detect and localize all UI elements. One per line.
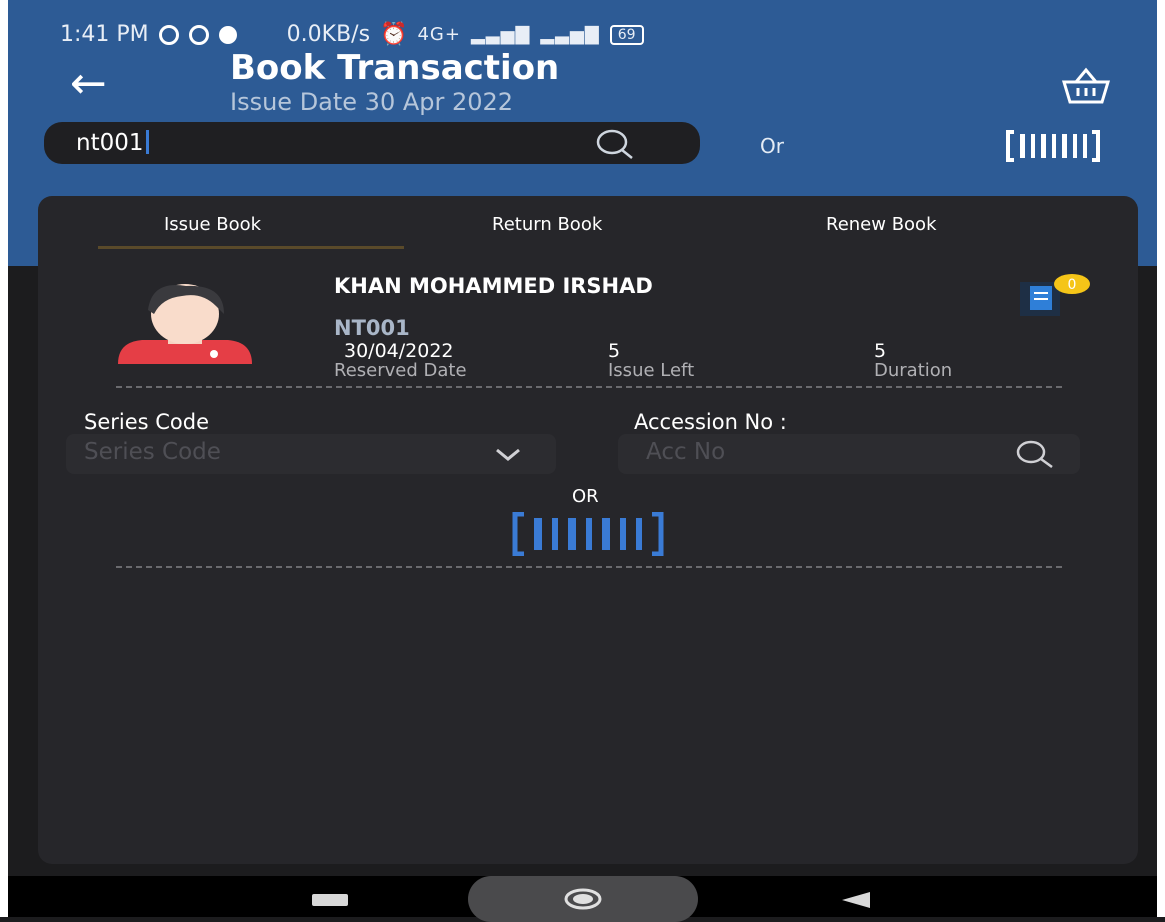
duration-label: Duration [874,360,953,381]
issue-date: Issue Date 30 Apr 2022 [230,88,514,116]
search-value: nt001 [76,130,149,156]
reserved-date-value: 30/04/2022 [344,340,454,362]
divider [116,386,1062,388]
barcode-scan-icon[interactable] [1006,130,1100,162]
page-title: Book Transaction [230,48,560,88]
status-bar: 1:41 PM 0.0KB/s ⏰ 4G+ ▂▃▅▇ ▂▃▅▇ 69 [60,22,644,47]
issue-left-label: Issue Left [608,360,695,381]
tab-issue-book[interactable]: Issue Book [164,214,261,235]
transaction-card: Issue Book Return Book Renew Book KHAN M… [38,196,1138,864]
search-icon[interactable] [594,127,634,161]
reserved-date-label: Reserved Date [334,360,467,381]
divider [116,566,1062,568]
signal-icon: ▂▃▅▇ [470,24,531,45]
back-arrow-icon[interactable]: ← [70,58,107,109]
status-time: 1:41 PM [60,22,149,47]
search-icon[interactable] [1014,438,1054,470]
series-code-label: Series Code [84,410,210,434]
accession-no-input[interactable]: Acc No [618,434,1080,474]
alarm-icon: ⏰ [380,22,408,47]
member-search-input[interactable]: nt001 [44,122,700,164]
screen-frame-right [1157,0,1165,917]
issue-left-value: 5 [608,340,621,362]
series-code-placeholder: Series Code [84,439,221,465]
network-speed: 0.0KB/s [286,22,371,47]
member-id: NT001 [334,316,410,340]
battery-icon: 69 [609,24,644,45]
system-nav-bar [8,876,1157,922]
accession-no-label: Accession No : [634,410,787,434]
series-code-dropdown[interactable]: Series Code [66,434,556,474]
home-icon [564,888,602,910]
duration-value: 5 [874,340,887,362]
home-button[interactable] [468,876,698,922]
back-triangle-icon[interactable] [842,892,870,908]
tab-renew-book[interactable]: Renew Book [826,214,937,235]
member-name: KHAN MOHAMMED IRSHAD [334,274,653,298]
tab-return-book[interactable]: Return Book [492,214,602,235]
recents-button[interactable] [312,894,348,906]
selected-tab-indicator [98,246,404,249]
whatsapp-icon [158,24,179,45]
or-separator: OR [572,486,599,507]
basket-icon[interactable] [1060,66,1112,106]
issued-books-icon[interactable]: 0 [1020,272,1092,316]
badge-count: 0 [1068,277,1077,293]
avatar [118,284,252,364]
screen-frame-left [0,0,8,917]
app-notification-icon [188,24,209,45]
accession-no-placeholder: Acc No [646,439,726,465]
signal-2-icon: ▂▃▅▇ [540,24,600,45]
call-icon [218,25,237,44]
chevron-down-icon [496,448,520,461]
or-separator: Or [760,134,784,158]
network-type: 4G+ [417,24,461,45]
barcode-scan-icon[interactable] [512,512,664,556]
